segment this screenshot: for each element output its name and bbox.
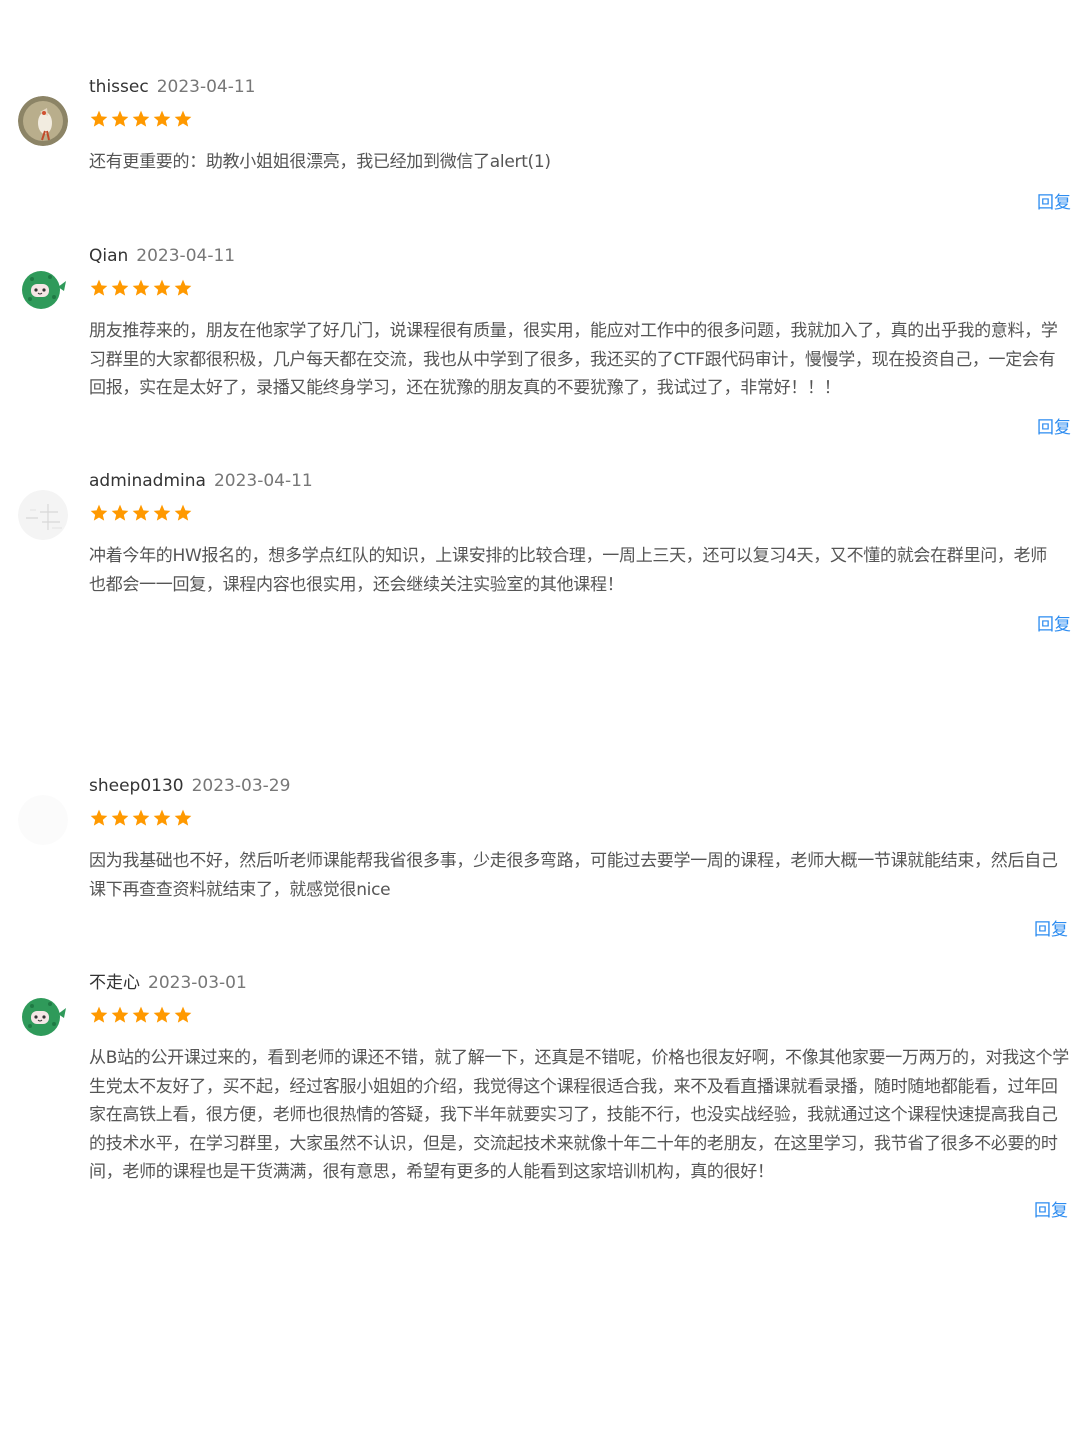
review-meta: adminadmina 2023-04-11 xyxy=(89,469,313,493)
review-meta: thissec 2023-04-11 xyxy=(89,75,255,99)
star-icon xyxy=(173,1005,193,1025)
star-rating xyxy=(89,278,193,300)
star-icon xyxy=(152,808,172,828)
review-date: 2023-04-11 xyxy=(136,246,236,266)
reply-link[interactable]: 回复 xyxy=(1034,918,1068,942)
reply-link[interactable]: 回复 xyxy=(1037,191,1071,215)
review-content: 冲着今年的HW报名的，想多学点红队的知识，上课安排的比较合理，一周上三天，还可以… xyxy=(89,546,1048,595)
star-icon xyxy=(131,1005,151,1025)
bird-photo-avatar[interactable] xyxy=(18,96,68,146)
review-date: 2023-04-11 xyxy=(213,471,313,491)
star-icon xyxy=(173,808,193,828)
star-rating xyxy=(89,808,193,830)
star-rating xyxy=(89,109,193,131)
review-username[interactable]: thissec xyxy=(89,77,149,97)
star-icon xyxy=(110,278,130,298)
review-date: 2023-03-01 xyxy=(148,973,247,993)
star-icon xyxy=(131,808,151,828)
star-icon xyxy=(152,109,172,129)
star-icon xyxy=(89,1005,109,1025)
green-cactus-avatar[interactable] xyxy=(18,992,68,1042)
star-icon xyxy=(89,503,109,523)
sketch-avatar[interactable] xyxy=(18,490,68,540)
review-username[interactable]: Qian xyxy=(89,246,128,266)
review-content: 还有更重要的：助教小姐姐很漂亮，我已经加到微信了alert(1) xyxy=(89,152,551,172)
star-icon xyxy=(152,503,172,523)
star-icon xyxy=(110,1005,130,1025)
blank-avatar[interactable] xyxy=(18,795,68,845)
star-icon xyxy=(89,808,109,828)
review-content: 朋友推荐来的，朋友在他家学了好几门，说课程很有质量，很实用，能应对工作中的很多问… xyxy=(89,321,1058,398)
star-icon xyxy=(173,278,193,298)
review-date: 2023-03-29 xyxy=(191,776,291,796)
review-meta: Qian 2023-04-11 xyxy=(89,244,235,268)
star-icon xyxy=(89,109,109,129)
star-icon xyxy=(173,503,193,523)
star-icon xyxy=(152,278,172,298)
review-content: 从B站的公开课过来的，看到老师的课还不错，就了解一下，还真是不错呢，价格也很友好… xyxy=(89,1048,1069,1182)
star-icon xyxy=(173,109,193,129)
reviews-page: thissec 2023-04-11 还有更重要的：助教小姐姐很漂亮，我已经加到微… xyxy=(0,0,1080,1439)
star-icon xyxy=(110,503,130,523)
star-rating xyxy=(89,1005,193,1027)
review-meta: 不走心 2023-03-01 xyxy=(89,971,247,995)
star-icon xyxy=(131,278,151,298)
green-cactus-avatar[interactable] xyxy=(18,265,68,315)
star-icon xyxy=(131,503,151,523)
star-icon xyxy=(110,808,130,828)
star-icon xyxy=(89,278,109,298)
review-username[interactable]: 不走心 xyxy=(89,973,140,993)
star-icon xyxy=(110,109,130,129)
reply-link[interactable]: 回复 xyxy=(1034,1199,1068,1223)
reply-link[interactable]: 回复 xyxy=(1037,416,1071,440)
review-date: 2023-04-11 xyxy=(156,77,256,97)
review-content: 因为我基础也不好，然后听老师课能帮我省很多事，少走很多弯路，可能过去要学一周的课… xyxy=(89,851,1058,900)
star-rating xyxy=(89,503,193,525)
star-icon xyxy=(131,109,151,129)
reply-link[interactable]: 回复 xyxy=(1037,613,1071,637)
review-username[interactable]: sheep0130 xyxy=(89,776,184,796)
review-meta: sheep0130 2023-03-29 xyxy=(89,774,290,798)
review-username[interactable]: adminadmina xyxy=(89,471,206,491)
star-icon xyxy=(152,1005,172,1025)
